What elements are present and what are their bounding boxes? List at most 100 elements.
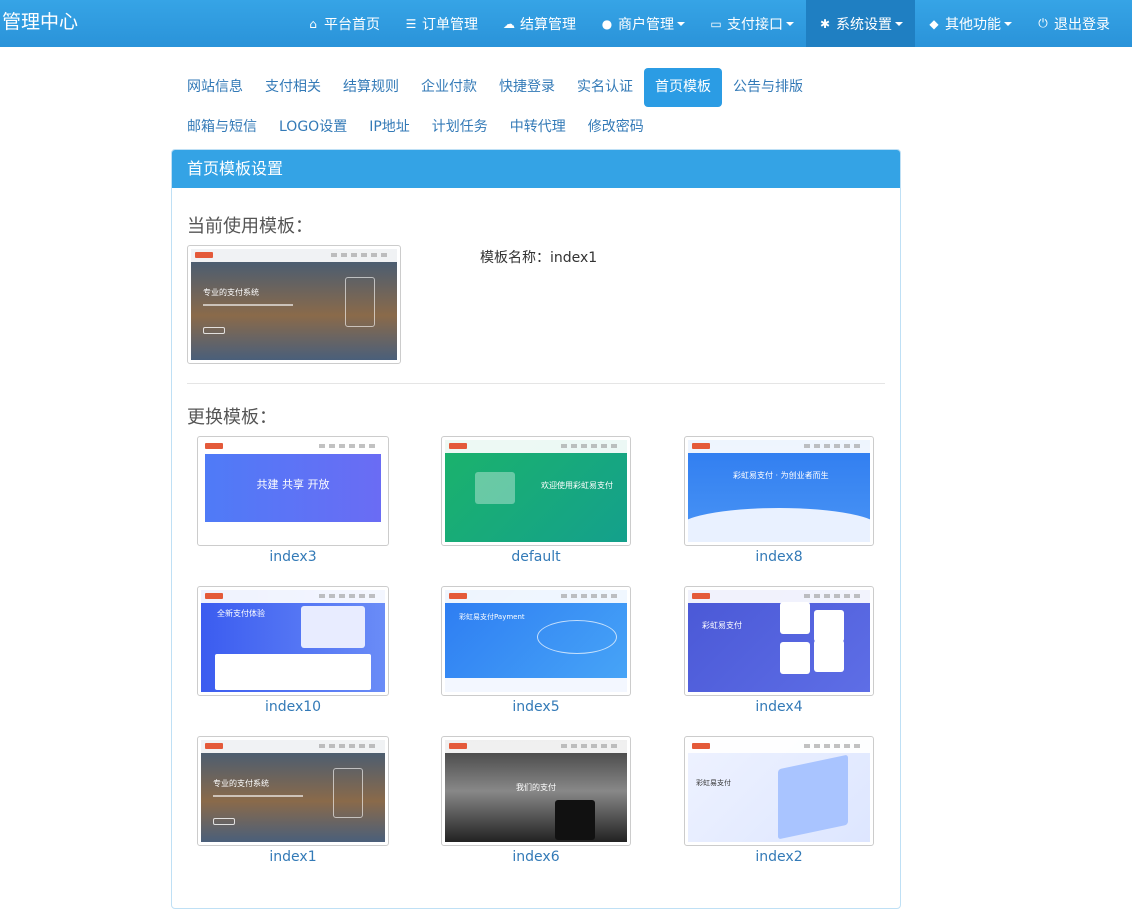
template-card-index2[interactable]: 彩虹易支付 index2 [684,736,874,865]
nav-item-label: 其他功能 [945,16,1001,33]
cloud-icon: ☁ [503,16,515,31]
template-card-index1[interactable]: 专业的支付系统 index1 [197,736,389,865]
preview-headline: 专业的支付系统 [213,779,269,788]
template-name-link[interactable]: index6 [441,849,631,865]
section-divider [187,383,885,384]
template-preview: 全新支付体验 [201,590,385,692]
nav-item-cube[interactable]: ◆ 其他功能 [915,0,1024,47]
preview-cart [475,472,515,504]
template-name-link[interactable]: index10 [197,699,389,715]
caret-down-icon [786,21,794,26]
change-template-heading: 更换模板： [187,407,277,428]
template-card-index5[interactable]: 彩虹易支付Payment index5 [441,586,631,715]
template-thumbnail[interactable]: 彩虹易支付 [684,586,874,696]
preview-menu [804,744,864,748]
tab-row1-6[interactable]: 首页模板 [644,68,722,107]
template-preview: 专业的支付系统 [201,740,385,842]
preview-logo [205,743,223,749]
preview-card-3 [814,640,844,672]
template-card-index10[interactable]: 全新支付体验 index10 [197,586,389,715]
tab-row1-2[interactable]: 结算规则 [332,68,410,107]
tab-row2-3[interactable]: 计划任务 [421,108,499,147]
tab-row2-0[interactable]: 邮箱与短信 [176,108,268,147]
template-name-link[interactable]: index4 [684,699,874,715]
brand-title[interactable]: 管理中心 [2,0,78,47]
template-name-link[interactable]: index2 [684,849,874,865]
nav-item-power[interactable]: ⏻ 退出登录 [1024,0,1122,47]
template-card-index8[interactable]: 彩虹易支付 · 为创业者而生 index8 [684,436,874,565]
main-nav: ⌂ 平台首页 ☰ 订单管理 ☁ 结算管理 ● 商户管理 ▭ 支付接口 ✱ 系统设置 ◆ 其他功能 ⏻ 退出登录 [294,0,1122,47]
preview-card-1 [814,610,844,642]
panel-title: 首页模板设置 [172,150,900,188]
nav-item-label: 退出登录 [1054,16,1110,33]
tab-row1-7[interactable]: 公告与排版 [722,68,814,107]
nav-item-credit-card[interactable]: ▭ 支付接口 [697,0,806,47]
tab-row1-0[interactable]: 网站信息 [176,68,254,107]
preview-button [213,818,235,825]
nav-item-cloud[interactable]: ☁ 结算管理 [490,0,588,47]
template-name-link[interactable]: default [441,549,631,565]
gear-icon: ✱ [819,16,831,31]
preview-logo [692,593,710,599]
preview-wave [688,508,870,542]
tab-row2-4[interactable]: 中转代理 [499,108,577,147]
nav-item-home[interactable]: ⌂ 平台首页 [294,0,392,47]
preview-menu [804,594,864,598]
home-icon: ⌂ [309,16,317,31]
template-preview: 我们的支付 [445,740,627,842]
preview-logo [692,443,710,449]
template-card-index4[interactable]: 彩虹易支付 index4 [684,586,874,715]
tab-row2-2[interactable]: IP地址 [358,108,421,147]
current-template-thumbnail: 专业的支付系统 [187,245,401,364]
preview-menu [561,744,621,748]
preview-logos [215,654,371,690]
current-template-name: 模板名称：index1 [480,250,598,266]
nav-item-label: 支付接口 [727,16,783,33]
nav-item-user[interactable]: ● 商户管理 [588,0,697,47]
template-card-default[interactable]: 欢迎使用彩虹易支付 default [441,436,631,565]
template-card-index3[interactable]: 共建 共享 开放 index3 [197,436,389,565]
nav-item-label: 平台首页 [324,16,380,33]
tab-row1-5[interactable]: 实名认证 [566,68,644,107]
template-thumbnail[interactable]: 我们的支付 [441,736,631,846]
preview-menu [319,444,379,448]
preview-button [203,327,225,334]
template-thumbnail[interactable]: 专业的支付系统 [197,736,389,846]
preview-menu [561,594,621,598]
nav-item-label: 结算管理 [520,16,576,33]
tab-row2-1[interactable]: LOGO设置 [268,108,358,147]
preview-phone [333,768,363,818]
template-card-index6[interactable]: 我们的支付 index6 [441,736,631,865]
preview-logo [449,743,467,749]
preview-headline: 彩虹易支付 [696,779,731,787]
preview-headline: 彩虹易支付 · 为创业者而生 [733,471,829,480]
tab-row1-3[interactable]: 企业付款 [410,68,488,107]
nav-item-list[interactable]: ☰ 订单管理 [392,0,490,47]
template-thumbnail[interactable]: 彩虹易支付 [684,736,874,846]
preview-headline: 共建 共享 开放 [256,478,330,491]
nav-item-gear[interactable]: ✱ 系统设置 [806,0,915,47]
current-template-preview: 专业的支付系统 [191,249,397,360]
preview-menu [561,444,621,448]
preview-headline: 专业的支付系统 [203,288,259,297]
caret-down-icon [1004,21,1012,26]
template-thumbnail[interactable]: 共建 共享 开放 [197,436,389,546]
template-name-link[interactable]: index8 [684,549,874,565]
template-name-link[interactable]: index3 [197,549,389,565]
preview-headline: 全新支付体验 [217,609,265,618]
list-icon: ☰ [405,16,417,31]
template-preview: 彩虹易支付 [688,590,870,692]
caret-down-icon [895,21,903,26]
template-name-link[interactable]: index5 [441,699,631,715]
template-name-link[interactable]: index1 [197,849,389,865]
template-thumbnail[interactable]: 欢迎使用彩虹易支付 [441,436,631,546]
template-thumbnail[interactable]: 彩虹易支付 · 为创业者而生 [684,436,874,546]
tab-row1-1[interactable]: 支付相关 [254,68,332,107]
preview-laptop [301,606,365,648]
tab-row-2: 邮箱与短信 LOGO设置 IP地址 计划任务 中转代理 修改密码 [176,108,896,148]
tab-row1-4[interactable]: 快捷登录 [488,68,566,107]
template-thumbnail[interactable]: 彩虹易支付Payment [441,586,631,696]
preview-footer-bar [445,678,627,692]
tab-row2-5[interactable]: 修改密码 [577,108,655,147]
template-thumbnail[interactable]: 全新支付体验 [197,586,389,696]
